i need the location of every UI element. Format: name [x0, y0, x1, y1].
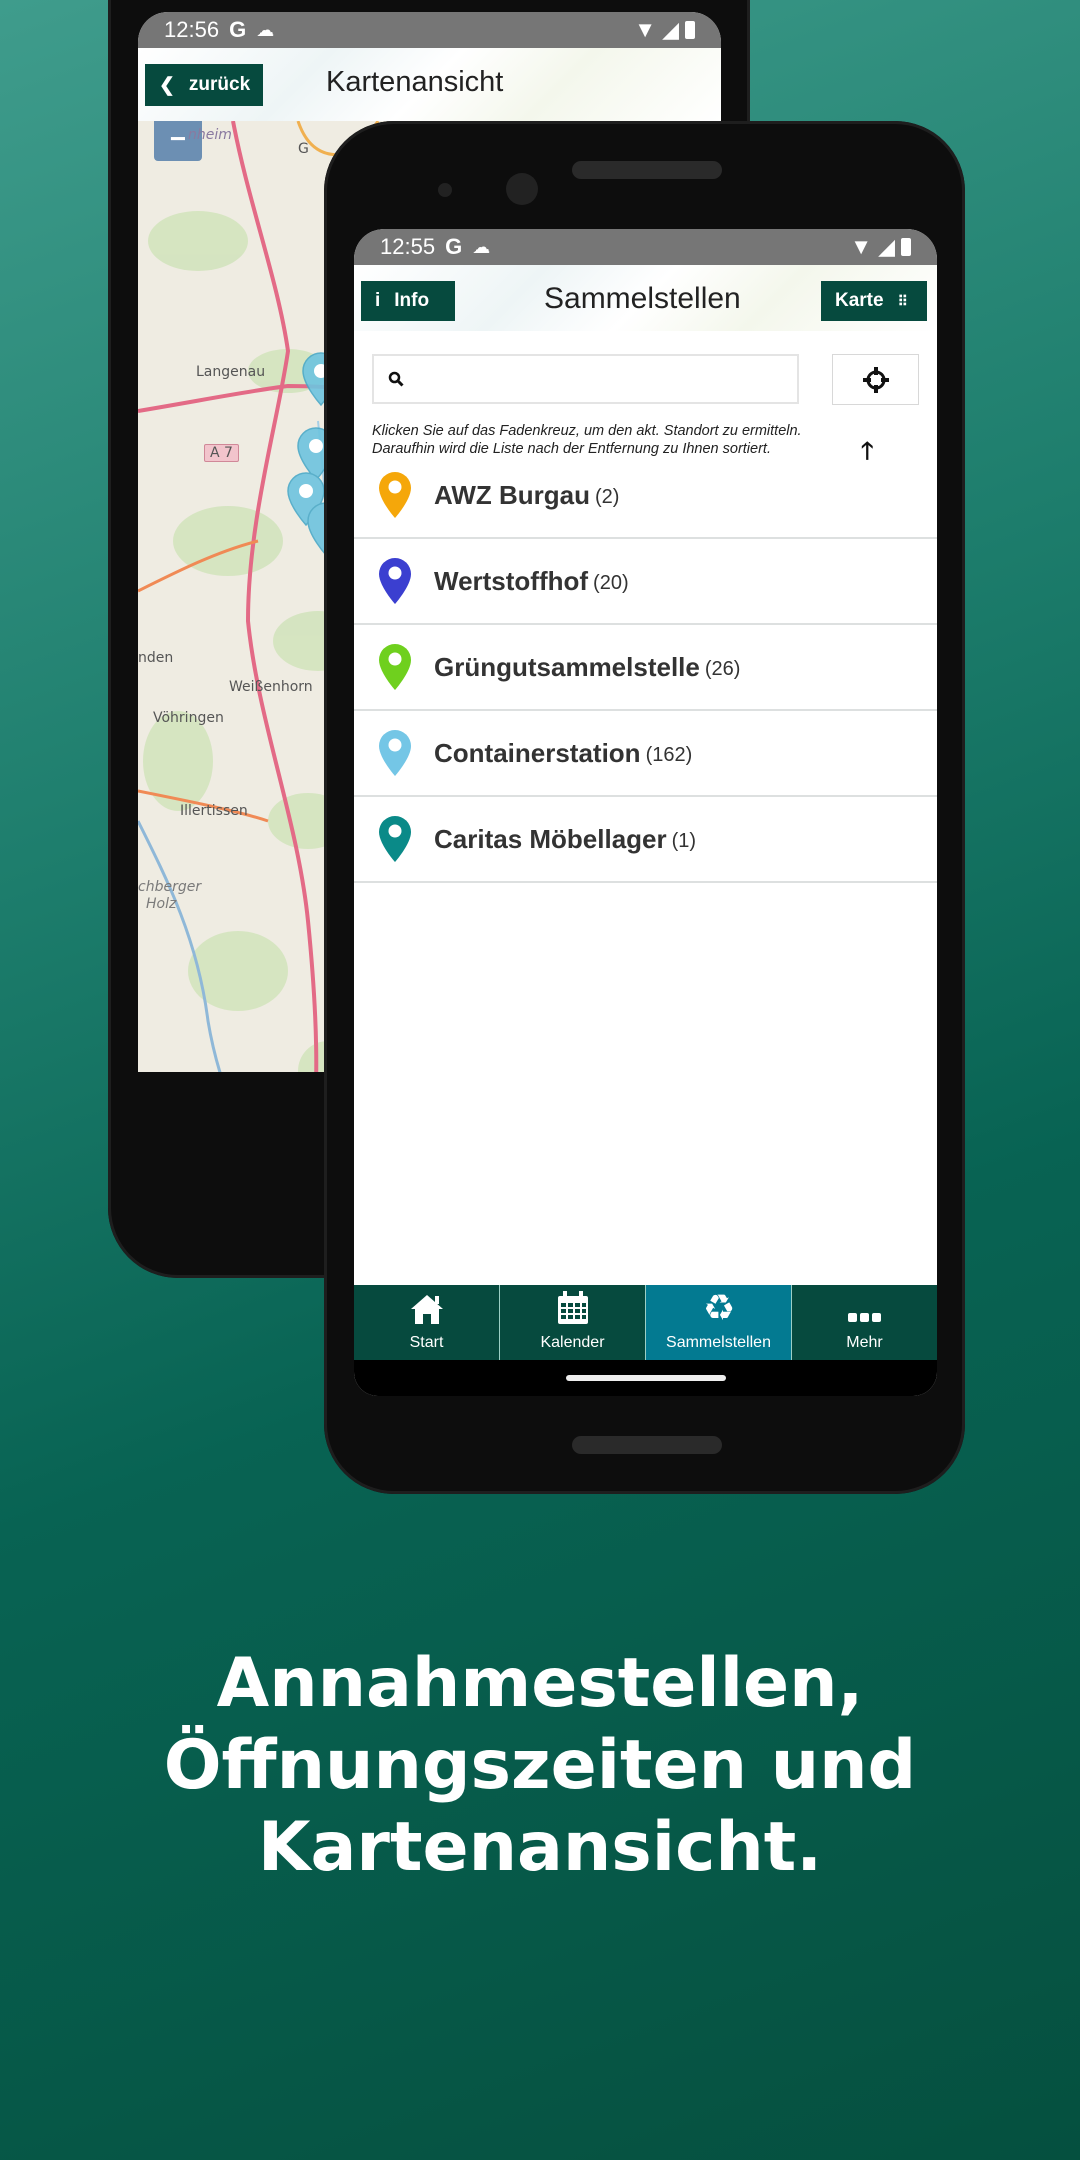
status-bar: 12:56 G ☁ ▼ ◢	[138, 12, 721, 48]
map-label: chberger	[138, 879, 202, 895]
map-pin-icon	[379, 558, 411, 604]
wifi-icon: ▼	[850, 234, 873, 259]
nav-tab-mehr[interactable]: Mehr	[791, 1285, 937, 1360]
list-item-count: (2)	[595, 485, 620, 508]
list-item[interactable]: AWZ Burgau (2)	[354, 453, 937, 539]
nav-tab-label: Kalender	[540, 1334, 605, 1351]
list-item[interactable]: Containerstation (162)	[354, 711, 937, 797]
back-button[interactable]: ❮ zurück	[145, 64, 263, 106]
nav-tab-kalender[interactable]: Kalender	[499, 1285, 645, 1360]
caption-line: Kartenansicht.	[257, 1808, 823, 1887]
nav-tab-label: Sammelstellen	[666, 1334, 771, 1351]
home-icon	[409, 1293, 445, 1334]
map-label: Langenau	[196, 364, 266, 380]
promo-caption: Annahmestellen, Öffnungszeiten und Karte…	[0, 1643, 1080, 1889]
caption-line: Annahmestellen,	[216, 1644, 864, 1723]
earpiece-speaker	[572, 161, 722, 179]
map-button[interactable]: Karte ⠿	[821, 281, 927, 321]
list-item[interactable]: Wertstoffhof (20)	[354, 539, 937, 625]
battery-icon	[901, 238, 911, 256]
map-label: Weißenhorn	[229, 679, 313, 695]
list-item[interactable]: Grüngutsammelstelle (26)	[354, 625, 937, 711]
nav-tab-start[interactable]: Start	[354, 1285, 499, 1360]
nav-tab-sammelstellen[interactable]: ♻ Sammelstellen	[645, 1285, 791, 1360]
list-item-count: (26)	[704, 657, 741, 680]
app-header: i Info Sammelstellen Karte ⠿	[354, 265, 937, 331]
grid-icon: ⠿	[897, 292, 908, 309]
crosshair-icon	[862, 366, 889, 393]
calendar-icon	[557, 1291, 589, 1334]
cloud-icon: ☁	[256, 19, 275, 40]
list-item-count: (1)	[671, 829, 697, 852]
list-item-name: Caritas Möbellager	[434, 823, 667, 854]
search-icon	[388, 371, 404, 387]
cloud-icon: ☁	[472, 236, 491, 257]
front-phone-screen: 12:55 G ☁ ▼ ◢ i Info Sammelstellen Karte …	[354, 229, 937, 1396]
recycle-icon: ♻	[700, 1288, 738, 1334]
locate-button[interactable]	[832, 354, 919, 405]
list-item-count: (20)	[593, 571, 629, 594]
list-item-name: Grüngutsammelstelle	[434, 651, 700, 682]
wifi-icon: ▼	[634, 17, 657, 42]
sensor	[438, 183, 452, 197]
nav-tab-label: Start	[409, 1334, 444, 1351]
gesture-bar	[354, 1360, 937, 1396]
nav-tab-label: Mehr	[846, 1334, 883, 1351]
front-phone: 12:55 G ☁ ▼ ◢ i Info Sammelstellen Karte …	[324, 121, 965, 1494]
map-label: A 7	[204, 444, 239, 462]
map-pin-icon	[379, 644, 411, 690]
google-icon: G	[445, 234, 463, 259]
map-header: ❮ zurück Kartenansicht	[138, 48, 721, 121]
map-pin-icon	[379, 730, 411, 776]
map-label: Illertissen	[180, 803, 248, 819]
map-pin-icon	[379, 816, 411, 862]
search-input[interactable]	[372, 354, 799, 404]
bottom-speaker	[572, 1436, 722, 1454]
status-bar: 12:55 G ☁ ▼ ◢	[354, 229, 937, 265]
map-pin-icon	[379, 472, 411, 518]
info-button[interactable]: i Info	[361, 281, 455, 321]
google-icon: G	[229, 17, 247, 42]
status-time: 12:56	[164, 17, 220, 42]
signal-icon: ◢	[662, 17, 679, 42]
map-label: G	[298, 141, 309, 157]
page-title: Sammelstellen	[544, 282, 741, 315]
battery-icon	[685, 21, 695, 39]
home-indicator[interactable]	[566, 1375, 726, 1381]
page-title: Kartenansicht	[326, 66, 504, 98]
bottom-navigation: Start Kalender ♻ Sammelstellen Mehr	[354, 1285, 937, 1360]
list-item-count: (162)	[645, 743, 693, 766]
map-label: Vöhringen	[153, 710, 224, 726]
front-camera	[506, 173, 538, 205]
signal-icon: ◢	[878, 234, 895, 259]
chevron-left-icon: ❮	[159, 74, 175, 96]
map-label: nheim	[188, 127, 232, 143]
list-item[interactable]: Caritas Möbellager (1)	[354, 797, 937, 883]
info-icon: i	[375, 290, 381, 311]
caption-line: Öffnungszeiten und	[163, 1726, 917, 1805]
more-icon	[847, 1311, 882, 1334]
map-label: nden	[138, 650, 174, 666]
list-item-name: AWZ Burgau	[434, 479, 590, 510]
list-item-name: Containerstation	[434, 737, 641, 768]
map-label: Holz	[146, 896, 177, 912]
status-time: 12:55	[380, 234, 436, 259]
list-item-name: Wertstoffhof	[434, 565, 589, 596]
svg-text:♻: ♻	[702, 1289, 734, 1325]
